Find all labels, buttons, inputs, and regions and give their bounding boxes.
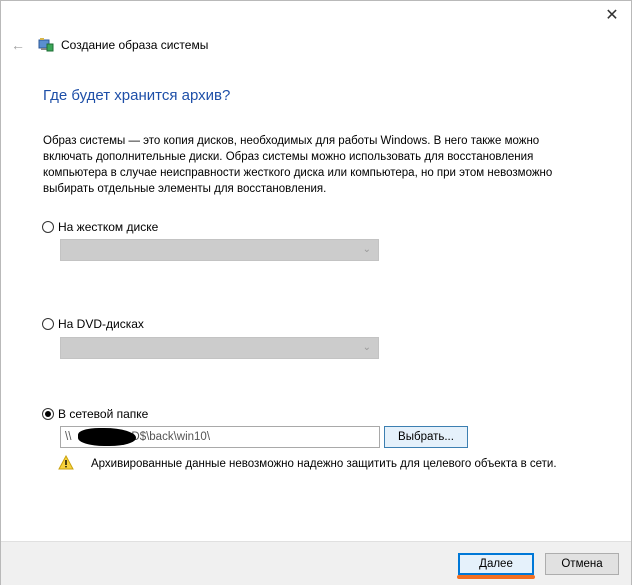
network-path-value: D$\back\win10\ xyxy=(131,431,211,443)
radio-network-folder-circle[interactable] xyxy=(42,408,54,420)
chevron-down-icon: ⌄ xyxy=(362,244,371,255)
redaction-mark xyxy=(78,428,136,446)
warning-icon xyxy=(58,455,74,470)
close-icon: ✕ xyxy=(605,7,619,24)
radio-network-folder[interactable]: В сетевой папке xyxy=(42,407,148,421)
warning-text: Архивированные данные невозможно надежно… xyxy=(91,458,557,470)
dvd-select: ⌄ xyxy=(60,337,379,359)
window-title: Создание образа системы xyxy=(61,38,209,52)
dialog-footer xyxy=(1,541,631,585)
page-heading: Где будет хранится архив? xyxy=(43,87,231,104)
radio-network-folder-label: В сетевой папке xyxy=(58,407,149,421)
hard-disk-select: ⌄ xyxy=(60,239,379,261)
radio-hard-disk-circle[interactable] xyxy=(42,221,54,233)
close-button[interactable]: ✕ xyxy=(600,4,624,26)
back-button[interactable]: ← xyxy=(9,36,27,54)
radio-hard-disk[interactable]: На жестком диске xyxy=(42,220,158,234)
radio-dvd-circle[interactable] xyxy=(42,318,54,330)
page-description: Образ системы — это копия дисков, необхо… xyxy=(43,135,553,195)
radio-hard-disk-label: На жестком диске xyxy=(58,220,159,234)
chevron-down-icon: ⌄ xyxy=(362,342,371,353)
cancel-button[interactable]: Отмена xyxy=(545,553,619,575)
radio-dvd[interactable]: На DVD-дисках xyxy=(42,317,144,331)
radio-dvd-label: На DVD-дисках xyxy=(58,317,144,331)
browse-button[interactable]: Выбрать... xyxy=(384,426,468,448)
network-path-prefix: \\ xyxy=(65,431,72,443)
highlight-underline xyxy=(457,575,535,579)
next-button[interactable]: Далее xyxy=(458,553,534,575)
back-arrow-icon: ← xyxy=(11,37,25,53)
backup-app-icon xyxy=(38,38,54,52)
